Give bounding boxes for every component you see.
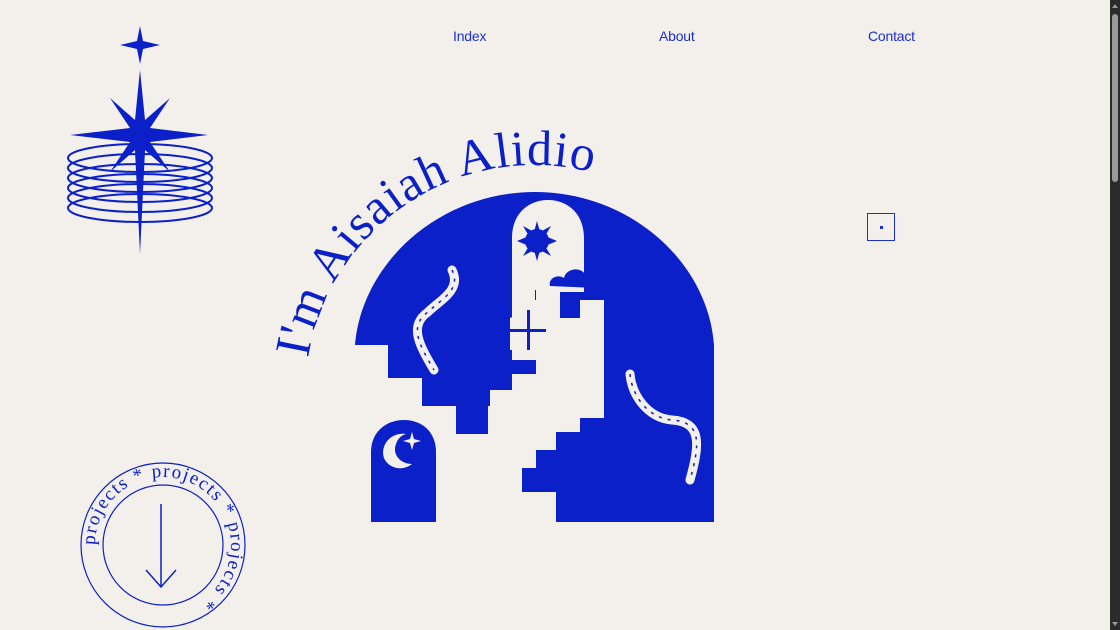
scroll-down-icon[interactable] (1112, 622, 1118, 626)
menu-square-button[interactable] (867, 213, 895, 241)
square-dot-icon (880, 226, 883, 229)
arrow-down-icon (145, 504, 177, 589)
nav-link-contact[interactable]: Contact (868, 28, 915, 44)
star-rings-logo-icon[interactable] (64, 22, 224, 262)
page-scrollbar[interactable] (1110, 0, 1120, 630)
projects-badge-button[interactable]: projects * projects * projects * (78, 460, 248, 630)
nav-link-index[interactable]: Index (453, 28, 486, 44)
projects-ring-text: projects * projects * projects * (79, 461, 247, 615)
scroll-up-icon[interactable] (1112, 4, 1118, 8)
hero-illustration: I'm Aisaiah Alidio (264, 120, 714, 522)
nav-link-about[interactable]: About (659, 28, 695, 44)
small-door-shape (371, 420, 436, 522)
scrollbar-thumb[interactable] (1112, 14, 1118, 182)
window-icon (510, 310, 546, 350)
